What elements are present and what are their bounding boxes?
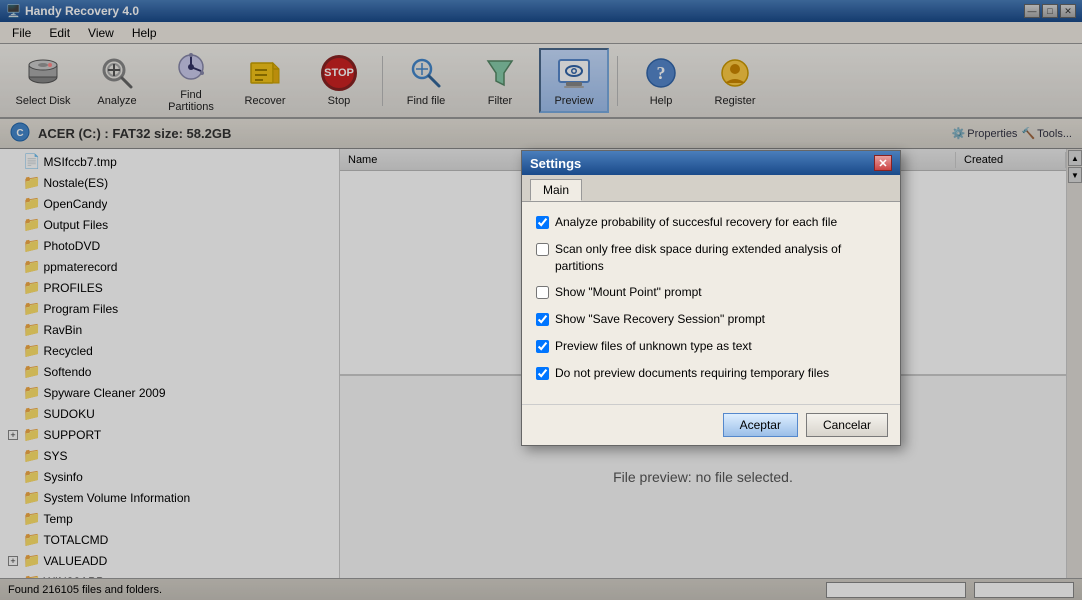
checkbox-label-1[interactable]: Analyze probability of succesful recover…	[555, 214, 837, 231]
dialog-close-button[interactable]: ✕	[874, 155, 892, 171]
checkbox-mount-point[interactable]	[536, 286, 549, 299]
checkbox-no-preview-temp[interactable]	[536, 367, 549, 380]
checkbox-preview-unknown[interactable]	[536, 340, 549, 353]
dialog-titlebar: Settings ✕	[522, 151, 900, 175]
checkbox-row-2: Scan only free disk space during extende…	[536, 241, 886, 275]
checkbox-label-6[interactable]: Do not preview documents requiring tempo…	[555, 365, 829, 382]
checkbox-row-3: Show "Mount Point" prompt	[536, 284, 886, 301]
dialog-tabs: Main	[522, 175, 900, 202]
checkbox-row-4: Show "Save Recovery Session" prompt	[536, 311, 886, 328]
checkbox-label-5[interactable]: Preview files of unknown type as text	[555, 338, 752, 355]
tab-main[interactable]: Main	[530, 179, 582, 201]
checkbox-save-session[interactable]	[536, 313, 549, 326]
dialog-footer: Aceptar Cancelar	[522, 404, 900, 445]
checkbox-label-2[interactable]: Scan only free disk space during extende…	[555, 241, 886, 275]
checkbox-label-3[interactable]: Show "Mount Point" prompt	[555, 284, 702, 301]
checkbox-scan-free-space[interactable]	[536, 243, 549, 256]
checkbox-row-5: Preview files of unknown type as text	[536, 338, 886, 355]
accept-button[interactable]: Aceptar	[723, 413, 798, 437]
cancel-button[interactable]: Cancelar	[806, 413, 888, 437]
checkbox-analyze-probability[interactable]	[536, 216, 549, 229]
dialog-title: Settings	[530, 156, 581, 171]
dialog-overlay: Settings ✕ Main Analyze probability of s…	[0, 0, 1082, 600]
checkbox-label-4[interactable]: Show "Save Recovery Session" prompt	[555, 311, 765, 328]
settings-dialog: Settings ✕ Main Analyze probability of s…	[521, 150, 901, 446]
dialog-content: Analyze probability of succesful recover…	[522, 202, 900, 404]
checkbox-row-1: Analyze probability of succesful recover…	[536, 214, 886, 231]
checkbox-row-6: Do not preview documents requiring tempo…	[536, 365, 886, 382]
